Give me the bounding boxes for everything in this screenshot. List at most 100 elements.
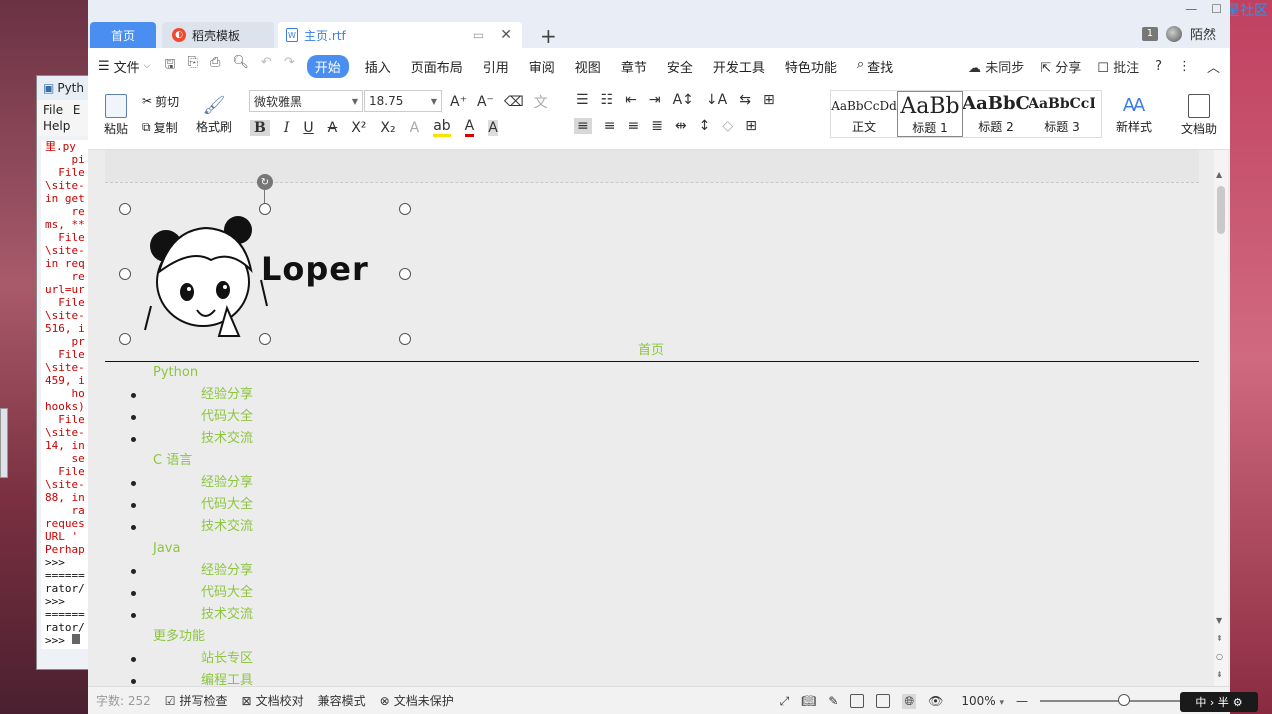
tab-chapter[interactable]: 章节 bbox=[621, 57, 647, 76]
scroll-up-icon[interactable]: ▲ bbox=[1216, 170, 1222, 179]
undo-icon[interactable]: ↶ bbox=[261, 55, 272, 77]
spellcheck-button[interactable]: ☑ 拼写检查 bbox=[165, 692, 228, 709]
line-spacing-icon[interactable]: ⇆ bbox=[739, 92, 751, 108]
resize-handle-tr[interactable] bbox=[399, 203, 411, 215]
text-direction-icon[interactable]: A↕ bbox=[673, 92, 694, 108]
style-heading-2[interactable]: AaBbC 标题 2 bbox=[963, 91, 1029, 137]
numbered-list-icon[interactable]: ☷ bbox=[601, 92, 614, 108]
style-normal[interactable]: AaBbCcDd 正文 bbox=[831, 91, 897, 137]
font-name-select[interactable]: 微软雅黑 ▼ bbox=[249, 90, 363, 112]
document-page[interactable]: ↻ Loper 首页 Python 经验分享 代码大全 技术交流 C 语言 经验… bbox=[105, 150, 1199, 686]
page-view-icon[interactable] bbox=[850, 694, 865, 708]
nav-item[interactable]: 代码大全 bbox=[105, 496, 605, 518]
nav-item[interactable]: 代码大全 bbox=[105, 584, 605, 606]
show-marks-icon[interactable]: ⊞ bbox=[763, 92, 775, 108]
export-icon[interactable]: ⎘ bbox=[188, 55, 198, 77]
char-shading-icon[interactable]: A bbox=[488, 119, 498, 136]
underline-icon[interactable]: U bbox=[303, 120, 313, 136]
nav-item[interactable]: 代码大全 bbox=[105, 408, 605, 430]
python-menu-edit[interactable]: E bbox=[73, 103, 81, 117]
tab-view[interactable]: 视图 bbox=[575, 57, 601, 76]
paste-button[interactable]: 粘贴 bbox=[98, 90, 134, 140]
vertical-scrollbar[interactable]: ▲ ▼ ⇞ ○ ⇟ bbox=[1214, 150, 1228, 686]
align-center-icon[interactable]: ≡ bbox=[604, 118, 616, 134]
text-effect-icon[interactable]: A bbox=[410, 120, 420, 136]
zoom-select[interactable]: 100% ▾ bbox=[961, 694, 1004, 708]
user-name[interactable]: 陌然 bbox=[1190, 24, 1216, 43]
print-preview-icon[interactable]: 🔍︎ bbox=[232, 55, 249, 77]
nav-item[interactable]: 编程工具 bbox=[105, 672, 605, 686]
scrollbar-thumb[interactable] bbox=[1217, 186, 1225, 234]
nav-category[interactable]: 更多功能 bbox=[105, 628, 605, 650]
python-menu-file[interactable]: File bbox=[43, 103, 63, 117]
decrease-indent-icon[interactable]: ⇤ bbox=[625, 92, 637, 108]
avatar[interactable] bbox=[1165, 25, 1182, 42]
paragraph-spacing-icon[interactable]: ↕ bbox=[699, 118, 711, 134]
read-mode-icon[interactable]: 📖︎ bbox=[801, 694, 816, 708]
word-count[interactable]: 字数: 252 bbox=[96, 692, 151, 709]
web-view-icon[interactable]: 🌐︎ bbox=[902, 693, 917, 709]
compat-mode[interactable]: 兼容模式 bbox=[318, 692, 366, 709]
nav-category[interactable]: C 语言 bbox=[105, 452, 605, 474]
print-icon[interactable]: ⎙ bbox=[210, 55, 220, 77]
copy-button[interactable]: ⧉ 复制 bbox=[142, 118, 178, 136]
format-painter-button[interactable]: 🖌︎ 格式刷 bbox=[194, 90, 234, 140]
prev-page-icon[interactable]: ⇞ bbox=[1216, 634, 1223, 643]
ime-status-bar[interactable]: 中 › 半 ⚙ bbox=[1180, 692, 1258, 712]
nav-item[interactable]: 经验分享 bbox=[105, 562, 605, 584]
doc-helper-button[interactable]: 文档助 bbox=[1174, 90, 1224, 140]
python-menu-help[interactable]: Help bbox=[43, 119, 70, 133]
resize-handle-tc[interactable] bbox=[259, 203, 271, 215]
shrink-font-icon[interactable]: A⁻ bbox=[477, 94, 494, 110]
more-icon[interactable]: ⋮ bbox=[1178, 59, 1191, 74]
protection-button[interactable]: ⊗ 文档未保护 bbox=[380, 692, 454, 709]
close-tab-icon[interactable]: ✕ bbox=[500, 27, 512, 43]
zoom-out-icon[interactable]: — bbox=[1016, 694, 1028, 708]
nav-item[interactable]: 站长专区 bbox=[105, 650, 605, 672]
bold-icon[interactable]: B bbox=[250, 119, 270, 136]
scroll-down-icon[interactable]: ▼ bbox=[1216, 616, 1222, 625]
maximize-icon[interactable]: ☐ bbox=[1211, 2, 1222, 16]
nav-category[interactable]: Java bbox=[105, 540, 605, 562]
superscript-icon[interactable]: X² bbox=[351, 120, 366, 136]
resize-handle-bc[interactable] bbox=[259, 333, 271, 345]
resize-handle-tl[interactable] bbox=[119, 203, 131, 215]
bullet-list-icon[interactable]: ☰ bbox=[576, 92, 589, 108]
outline-view-icon[interactable] bbox=[876, 694, 891, 708]
window-count-badge[interactable]: 1 bbox=[1141, 26, 1158, 41]
nav-item[interactable]: 经验分享 bbox=[105, 386, 605, 408]
strikethrough-icon[interactable]: A bbox=[328, 120, 338, 136]
next-page-icon[interactable]: ⇟ bbox=[1216, 670, 1223, 679]
fullscreen-icon[interactable]: ⤢ bbox=[780, 694, 790, 709]
highlight-icon[interactable]: ab bbox=[433, 118, 451, 137]
phonetic-icon[interactable]: 文 bbox=[534, 92, 548, 112]
collapse-ribbon-icon[interactable]: ︿ bbox=[1207, 57, 1220, 76]
tab-daoke-template[interactable]: ◐ 稻壳模板 bbox=[162, 22, 274, 48]
eye-protect-icon[interactable]: 👁︎ bbox=[928, 694, 943, 708]
file-menu[interactable]: ☰ 文件 ⌵ bbox=[98, 57, 151, 76]
new-style-button[interactable]: Ꜳ 新样式 bbox=[1106, 90, 1162, 140]
cut-button[interactable]: ✂ 剪切 bbox=[142, 92, 179, 110]
tab-security[interactable]: 安全 bbox=[667, 57, 693, 76]
nav-item[interactable]: 技术交流 bbox=[105, 518, 605, 540]
tab-start[interactable]: 开始 bbox=[306, 54, 349, 78]
font-size-select[interactable]: 18.75 ▼ bbox=[364, 90, 442, 112]
tab-home[interactable]: 首页 bbox=[90, 22, 156, 48]
distribute-icon[interactable]: ⇹ bbox=[675, 118, 687, 134]
nav-item[interactable]: 技术交流 bbox=[105, 430, 605, 452]
font-color-icon[interactable]: A bbox=[464, 118, 475, 137]
redo-icon[interactable]: ↷ bbox=[284, 55, 295, 77]
tab-insert[interactable]: 插入 bbox=[365, 57, 391, 76]
italic-icon[interactable]: I bbox=[284, 120, 290, 136]
python-shell-window[interactable]: ▣ Pyth File E Help 里.py pi File \site-in … bbox=[36, 75, 96, 670]
resize-handle-mr[interactable] bbox=[399, 268, 411, 280]
write-mode-icon[interactable]: ✎ bbox=[828, 694, 838, 708]
sync-button[interactable]: ☁ 未同步 bbox=[968, 57, 1024, 76]
increase-indent-icon[interactable]: ⇥ bbox=[649, 92, 661, 108]
zoom-slider-thumb[interactable] bbox=[1118, 694, 1130, 706]
sort-icon[interactable]: ↓A bbox=[706, 92, 727, 108]
borders-icon[interactable]: ⊞ bbox=[745, 118, 757, 134]
comment-button[interactable]: ☐ 批注 bbox=[1097, 57, 1139, 76]
tab-page-layout[interactable]: 页面布局 bbox=[411, 57, 463, 76]
rotate-handle-icon[interactable]: ↻ bbox=[257, 174, 273, 190]
